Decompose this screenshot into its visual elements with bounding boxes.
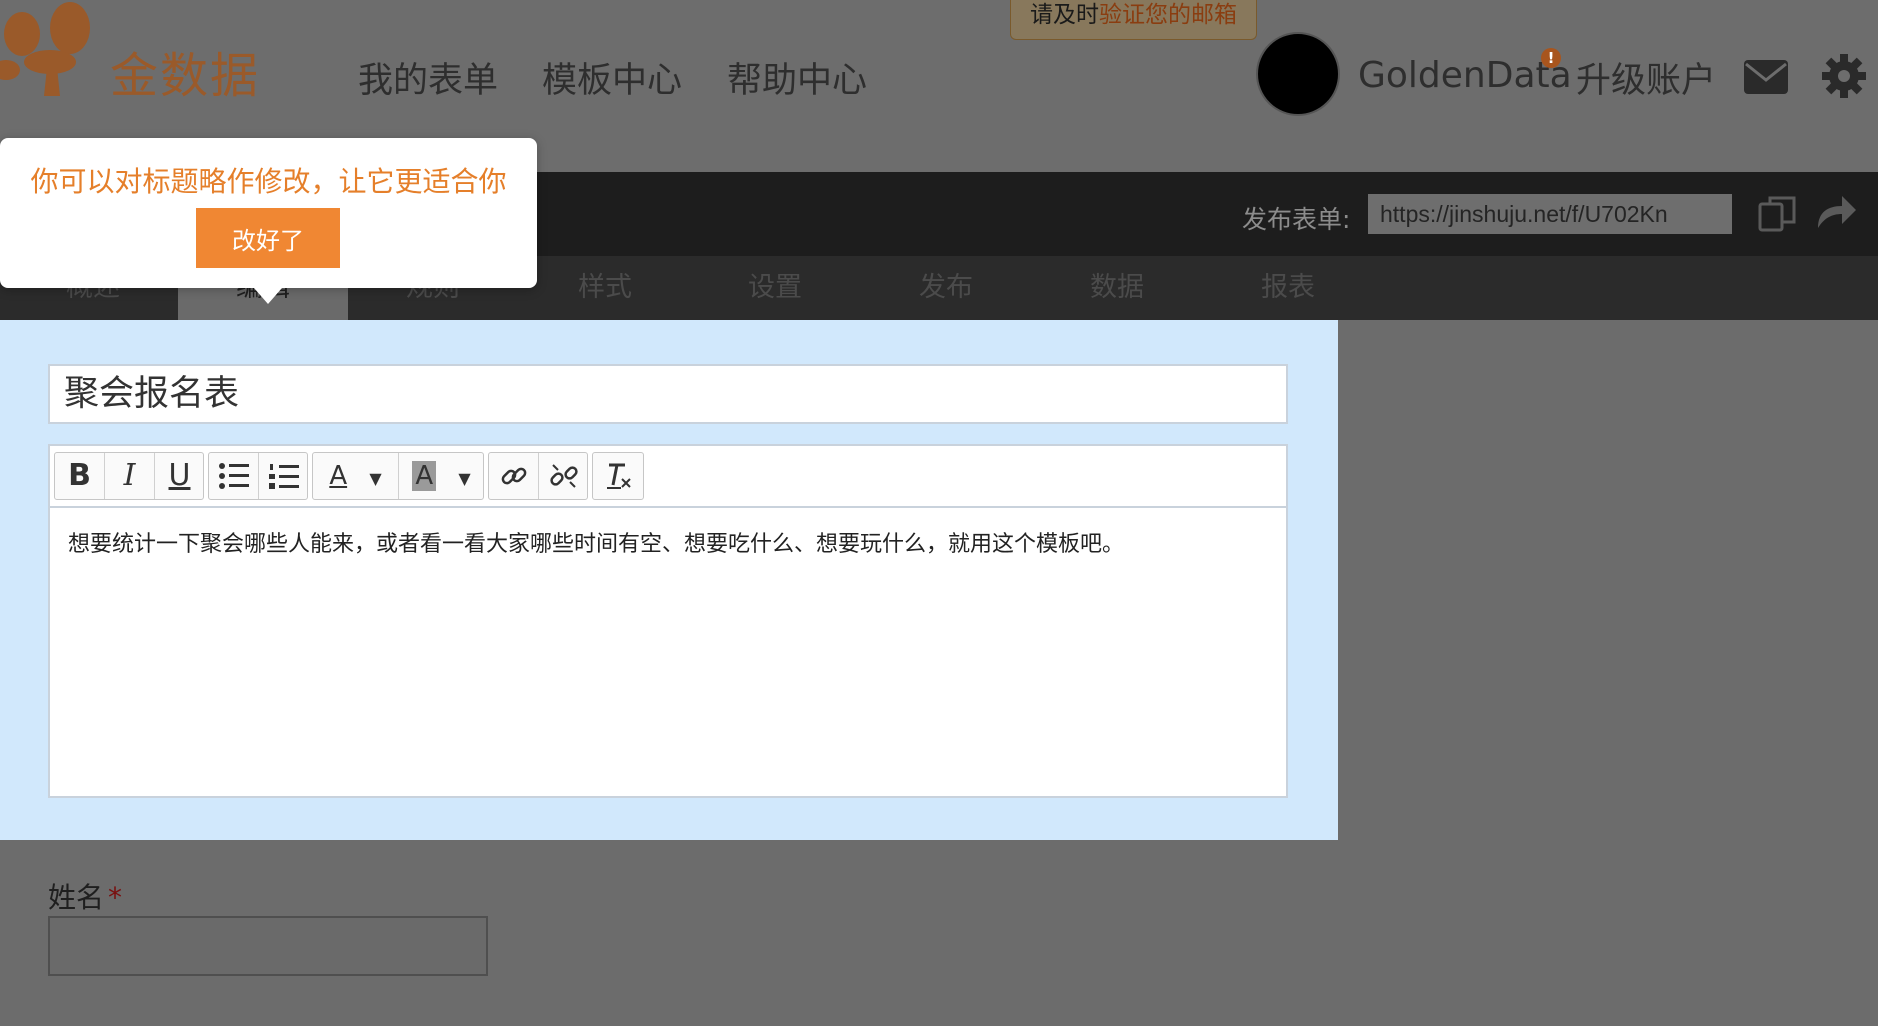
bg-color-label: A bbox=[412, 461, 437, 491]
required-asterisk: * bbox=[108, 881, 123, 914]
tab-data[interactable]: 数据 bbox=[1032, 256, 1202, 320]
gear-icon[interactable] bbox=[1820, 52, 1868, 100]
link-group bbox=[488, 452, 588, 500]
link-icon bbox=[501, 467, 526, 485]
numbered-list-icon bbox=[268, 464, 299, 489]
clear-format-button[interactable] bbox=[593, 453, 643, 499]
nav-template-center[interactable]: 模板中心 bbox=[542, 52, 682, 103]
field-label-name: 姓名 * bbox=[48, 876, 122, 916]
verify-email-banner[interactable]: 请及时验证您的邮箱 bbox=[1010, 0, 1257, 40]
upgrade-account-link[interactable]: 升级账户 bbox=[1576, 52, 1716, 103]
clear-group bbox=[592, 452, 644, 500]
description-editor[interactable]: B I U A ▼ A ▼ 想要统计一下聚会哪些人能来，或者看一看大家哪些时间有… bbox=[48, 444, 1288, 798]
tooltip-done-button[interactable]: 改好了 bbox=[196, 208, 340, 268]
verify-banner-prefix: 请及时 bbox=[1030, 2, 1099, 28]
tab-style[interactable]: 样式 bbox=[520, 256, 690, 320]
chevron-down-icon: ▼ bbox=[369, 469, 382, 488]
mail-icon[interactable] bbox=[1744, 60, 1788, 94]
color-group: A ▼ A ▼ bbox=[312, 452, 484, 500]
unlink-button[interactable] bbox=[539, 453, 588, 499]
font-color-button[interactable]: A ▼ bbox=[313, 453, 399, 499]
avatar[interactable] bbox=[1256, 32, 1340, 116]
username[interactable]: GoldenData bbox=[1358, 55, 1572, 96]
editor-toolbar: B I U A ▼ A ▼ bbox=[50, 446, 1286, 508]
form-title-input[interactable]: 聚会报名表 bbox=[48, 364, 1288, 424]
nav-help-center[interactable]: 帮助中心 bbox=[727, 52, 867, 103]
logo-text: 金数据 bbox=[110, 48, 261, 104]
background-color-button[interactable]: A ▼ bbox=[399, 453, 484, 499]
italic-button[interactable]: I bbox=[105, 453, 155, 499]
field-label-text: 姓名 bbox=[48, 881, 105, 914]
format-group: B I U bbox=[54, 452, 204, 500]
tab-publish[interactable]: 发布 bbox=[861, 256, 1031, 320]
nav-my-forms[interactable]: 我的表单 bbox=[358, 52, 498, 103]
unlink-icon bbox=[549, 464, 578, 488]
link-button[interactable] bbox=[489, 453, 539, 499]
tooltip-text: 你可以对标题略作修改，让它更适合你 bbox=[30, 165, 507, 198]
tree-logo-icon bbox=[0, 2, 90, 96]
clear-format-icon bbox=[607, 463, 631, 489]
verify-email-link[interactable]: 验证您的邮箱 bbox=[1099, 2, 1237, 28]
publish-url-field[interactable] bbox=[1368, 194, 1732, 234]
bullet-list-button[interactable] bbox=[209, 453, 259, 499]
description-text: 想要统计一下聚会哪些人能来，或者看一看大家哪些时间有空、想要吃什么、想要玩什么，… bbox=[68, 532, 1125, 557]
font-color-label: A bbox=[329, 461, 348, 491]
underline-button[interactable]: U bbox=[155, 453, 204, 499]
publish-form-label: 发布表单: bbox=[1242, 205, 1351, 234]
bold-button[interactable]: B bbox=[55, 453, 105, 499]
tab-settings[interactable]: 设置 bbox=[690, 256, 860, 320]
list-group bbox=[208, 452, 308, 500]
alert-badge: ! bbox=[1541, 48, 1561, 68]
name-input[interactable] bbox=[48, 916, 488, 976]
share-icon[interactable] bbox=[1814, 194, 1858, 230]
chevron-down-icon: ▼ bbox=[458, 469, 471, 488]
numbered-list-button[interactable] bbox=[259, 453, 308, 499]
tab-report[interactable]: 报表 bbox=[1203, 256, 1373, 320]
tooltip-arrow bbox=[254, 288, 282, 304]
edit-title-tooltip: 你可以对标题略作修改，让它更适合你 改好了 bbox=[0, 138, 537, 288]
bullet-list-icon bbox=[218, 463, 249, 489]
copy-icon[interactable] bbox=[1758, 194, 1798, 234]
logo[interactable]: 金数据 bbox=[0, 0, 260, 104]
